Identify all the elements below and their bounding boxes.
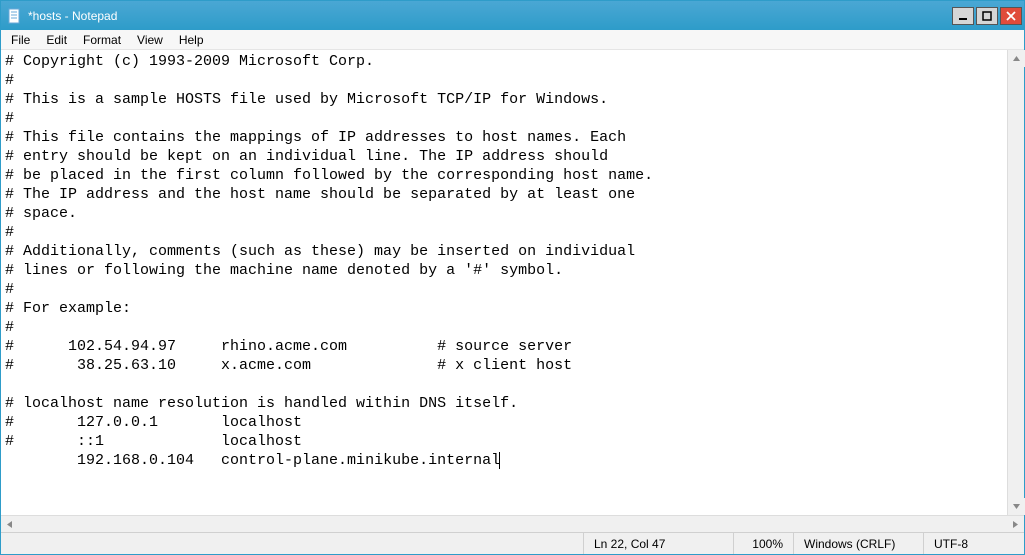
menu-view[interactable]: View <box>129 31 171 49</box>
status-zoom: 100% <box>734 533 794 554</box>
vertical-scrollbar[interactable] <box>1007 50 1024 515</box>
status-line-col: Ln 22, Col 47 <box>584 533 734 554</box>
menu-edit[interactable]: Edit <box>38 31 75 49</box>
text-caret <box>499 452 500 469</box>
notepad-window: *hosts - Notepad File Edit Format View H… <box>0 0 1025 555</box>
scroll-down-arrow-icon[interactable] <box>1008 498 1025 515</box>
status-encoding: UTF-8 <box>924 533 1024 554</box>
scroll-up-arrow-icon[interactable] <box>1008 50 1025 67</box>
close-button[interactable] <box>1000 7 1022 25</box>
horizontal-scrollbar[interactable] <box>1 515 1024 532</box>
scroll-left-arrow-icon[interactable] <box>1 516 18 533</box>
editor-content: # Copyright (c) 1993-2009 Microsoft Corp… <box>5 53 653 469</box>
text-editor[interactable]: # Copyright (c) 1993-2009 Microsoft Corp… <box>1 50 1007 515</box>
window-title: *hosts - Notepad <box>28 9 952 23</box>
minimize-button[interactable] <box>952 7 974 25</box>
menu-file[interactable]: File <box>3 31 38 49</box>
maximize-button[interactable] <box>976 7 998 25</box>
status-spacer <box>1 533 584 554</box>
notepad-icon <box>7 8 23 24</box>
title-bar[interactable]: *hosts - Notepad <box>1 1 1024 30</box>
status-bar: Ln 22, Col 47 100% Windows (CRLF) UTF-8 <box>1 532 1024 554</box>
window-buttons <box>952 7 1022 25</box>
vertical-scroll-track[interactable] <box>1008 67 1024 498</box>
menu-bar: File Edit Format View Help <box>1 30 1024 50</box>
menu-format[interactable]: Format <box>75 31 129 49</box>
scroll-right-arrow-icon[interactable] <box>1007 516 1024 533</box>
horizontal-scroll-track[interactable] <box>18 516 1007 532</box>
editor-area: # Copyright (c) 1993-2009 Microsoft Corp… <box>1 50 1024 532</box>
menu-help[interactable]: Help <box>171 31 212 49</box>
status-eol: Windows (CRLF) <box>794 533 924 554</box>
